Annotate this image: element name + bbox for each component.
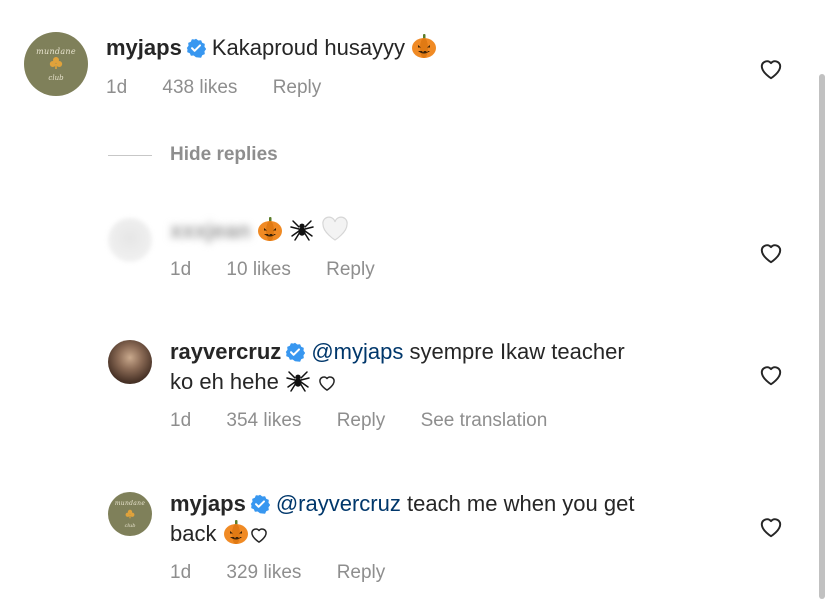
hide-replies-toggle[interactable]: Hide replies	[108, 144, 278, 166]
reply-button[interactable]: Reply	[337, 562, 386, 583]
like-heart-icon[interactable]	[758, 240, 784, 266]
reply-1: xxxjean 1d 10 likes Reply	[0, 200, 828, 300]
reply-button[interactable]: Reply	[337, 410, 386, 431]
avatar-brand-top: mundane	[114, 499, 146, 507]
verified-badge-icon	[285, 341, 306, 369]
comment-line: myjaps Kakaproud husayyy	[106, 33, 437, 66]
comment-line: myjaps @rayvercruz teach me when you get	[170, 490, 634, 521]
pumpkin-emoji-icon	[257, 216, 283, 249]
like-heart-icon[interactable]	[758, 56, 784, 82]
comment-main: mundane club myjaps Kakaproud husayyy 1d …	[0, 0, 828, 130]
comment-meta: 1d 354 likes Reply See translation	[170, 410, 577, 432]
avatar[interactable]	[108, 340, 152, 384]
avatar-brand-bottom: club	[48, 73, 64, 82]
comment-likes[interactable]: 438 likes	[162, 77, 237, 98]
avatar[interactable]: mundane club	[24, 32, 88, 96]
comment-likes[interactable]: 10 likes	[226, 259, 290, 280]
heart-outline-emoji-icon	[317, 372, 337, 400]
comment-time[interactable]: 1d	[170, 562, 191, 583]
comment-likes[interactable]: 329 likes	[226, 562, 301, 583]
reply-3: mundane club myjaps @rayvercruz teach me …	[0, 482, 828, 599]
comment-meta: 1d 329 likes Reply	[170, 562, 415, 584]
mention-link[interactable]: @rayvercruz	[276, 491, 401, 516]
like-heart-icon[interactable]	[758, 514, 784, 540]
comment-time[interactable]: 1d	[170, 410, 191, 431]
comment-line-2: back	[170, 519, 269, 552]
comment-meta: 1d 438 likes Reply	[106, 77, 351, 99]
comment-text: Kakaproud husayyy	[211, 35, 406, 60]
reply-button[interactable]: Reply	[273, 77, 322, 98]
comment-username[interactable]: myjaps	[170, 491, 246, 516]
comment-time[interactable]: 1d	[106, 77, 127, 98]
pumpkin-emoji-icon	[223, 519, 249, 552]
comment-likes[interactable]: 354 likes	[226, 410, 301, 431]
comment-text: teach me when you get	[406, 491, 635, 516]
comment-text-2: ko eh hehe	[170, 369, 279, 394]
like-heart-icon[interactable]	[758, 362, 784, 388]
comment-meta: 1d 10 likes Reply	[170, 259, 405, 281]
divider	[108, 154, 152, 156]
avatar[interactable]	[108, 218, 152, 262]
avatar[interactable]: mundane club	[108, 492, 152, 536]
comment-line: xxxjean	[170, 216, 349, 249]
reply-button[interactable]: Reply	[326, 259, 375, 280]
comment-line: rayvercruz @myjaps syempre Ikaw teacher	[170, 338, 625, 369]
hide-replies-label: Hide replies	[170, 144, 278, 165]
spider-emoji-icon	[289, 216, 315, 249]
white-heart-emoji-icon	[321, 216, 349, 249]
comment-username[interactable]: myjaps	[106, 35, 182, 60]
comment-text: syempre Ikaw teacher	[409, 339, 625, 364]
pumpkin-emoji-icon	[411, 33, 437, 66]
avatar-brand-top: mundane	[36, 46, 76, 56]
avatar-brand-bottom: club	[124, 522, 136, 529]
comment-username[interactable]: rayvercruz	[170, 339, 281, 364]
mention-link[interactable]: @myjaps	[311, 339, 403, 364]
comment-time[interactable]: 1d	[170, 259, 191, 280]
see-translation-button[interactable]: See translation	[421, 410, 548, 431]
club-icon	[125, 507, 135, 523]
spider-emoji-icon	[285, 367, 311, 400]
heart-outline-emoji-icon	[249, 524, 269, 552]
comment-text-2: back	[170, 521, 217, 546]
verified-badge-icon	[186, 37, 207, 65]
verified-badge-icon	[250, 493, 271, 521]
comment-line-2: ko eh hehe	[170, 367, 337, 400]
club-icon	[49, 56, 63, 74]
comment-username[interactable]: xxxjean	[170, 217, 251, 245]
reply-2: rayvercruz @myjaps syempre Ikaw teacher k…	[0, 330, 828, 450]
